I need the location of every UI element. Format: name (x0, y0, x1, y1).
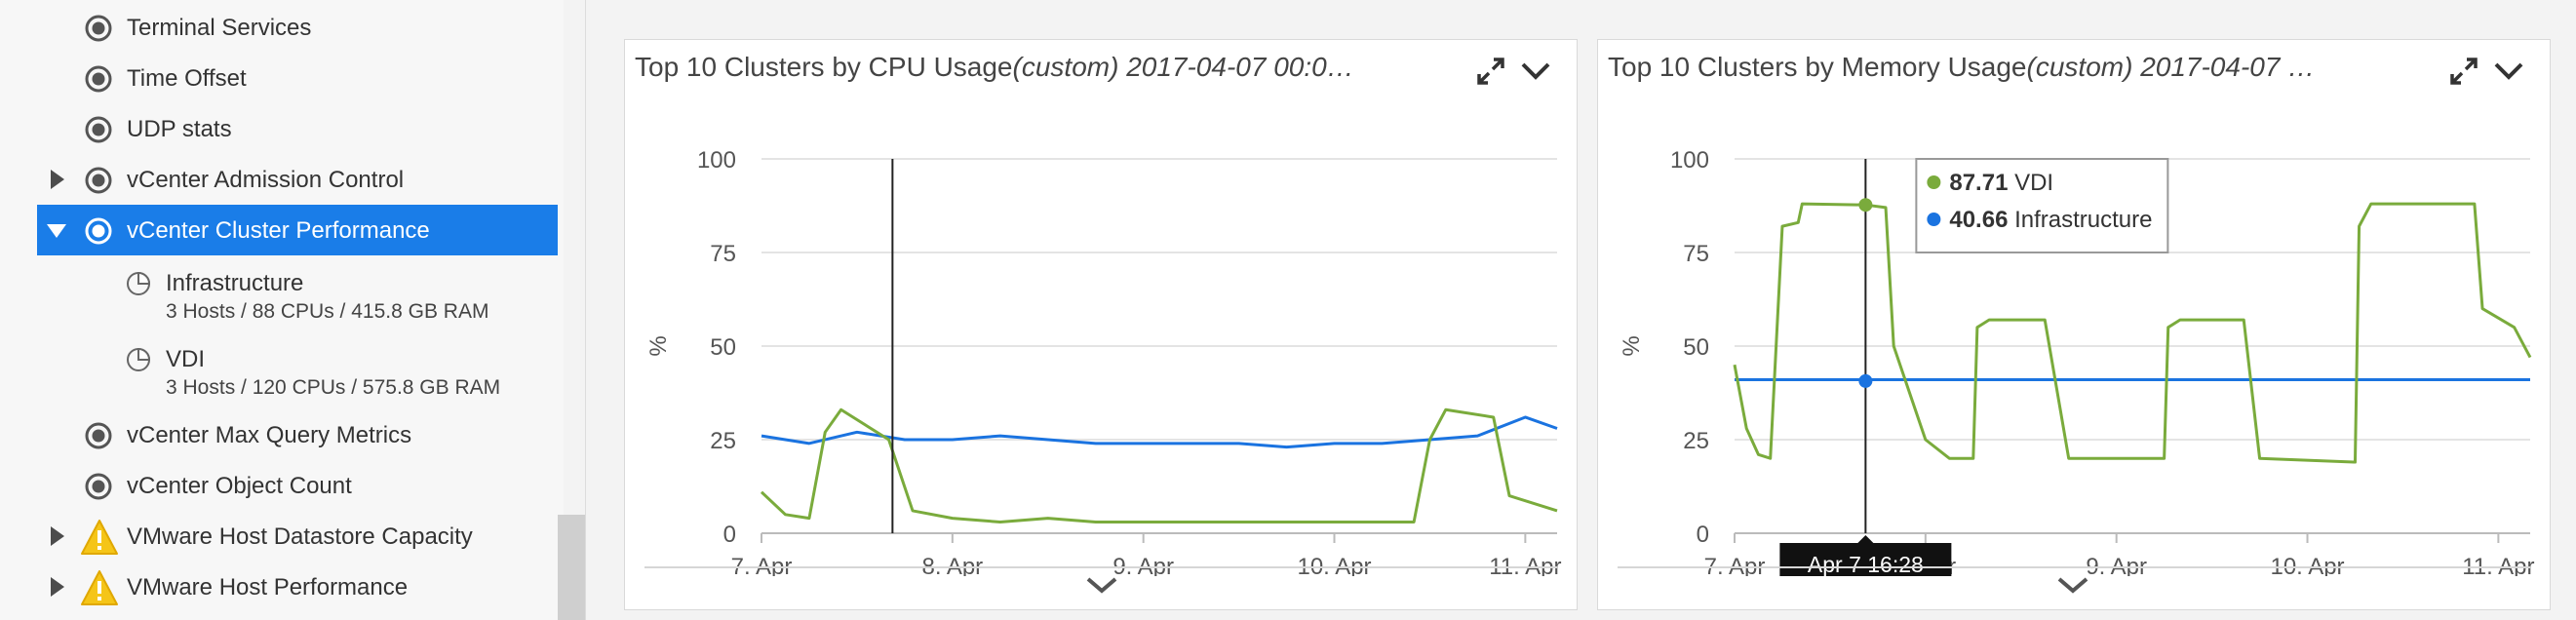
sidebar-item-vcenter-object-count[interactable]: vCenter Object Count (0, 460, 564, 511)
memory-usage-chart: %02550751007. Apr8. Apr9. Apr10. Apr11. … (1619, 147, 2535, 576)
y-tick-label: 100 (1670, 147, 1709, 174)
cpu-panel-footer (644, 566, 1557, 568)
expand-icon[interactable] (2446, 54, 2481, 89)
collapse-arrow-icon[interactable] (47, 224, 66, 238)
expand-icon[interactable] (1473, 54, 1508, 89)
sidebar-item-label: vCenter Admission Control (127, 167, 405, 193)
sidebar-item-label: vCenter Object Count (127, 473, 352, 499)
x-tick-label: 10. Apr (2270, 554, 2344, 576)
expand-arrow-icon[interactable] (51, 170, 64, 189)
instance-status-icon (127, 271, 151, 295)
cpu-panel-title-main: Top 10 Clusters by CPU Usage (635, 52, 1013, 82)
sidebar-item-infrastructure[interactable]: Infrastructure 3 Hosts / 88 CPUs / 415.8 … (0, 257, 564, 323)
sidebar-item-label: VDI (166, 346, 206, 372)
y-tick-label: 25 (710, 428, 736, 454)
y-tick-label: 50 (1683, 334, 1709, 361)
warning-icon (81, 520, 118, 555)
tooltip-entry-vdi: 87.71 VDI (1949, 170, 2053, 196)
series-line-vdi (760, 407, 1558, 523)
sidebar-item-detail: 3 Hosts / 88 CPUs / 415.8 GB RAM (166, 300, 489, 323)
x-tick-label: 8. Apr (921, 554, 983, 576)
y-tick-label: 75 (1683, 241, 1709, 267)
svg-text:Apr 7 16:28: Apr 7 16:28 (1808, 552, 1924, 576)
y-axis-label: % (1619, 335, 1645, 356)
x-tick-label: 11. Apr (2462, 554, 2534, 576)
memory-panel-title-main: Top 10 Clusters by Memory Usage (1608, 52, 2027, 82)
monitor-status-icon (85, 15, 112, 42)
sidebar: Terminal Services Time Offset UDP stats vCe… (0, 0, 565, 620)
sidebar-item-label: Infrastructure (166, 270, 304, 296)
memory-panel-title-range: (custom) 2017-04-07 … (2026, 52, 2316, 82)
monitor-status-icon (85, 116, 112, 143)
monitor-status-icon (85, 473, 112, 500)
tooltip: 87.71 VDI 40.66 Infrastructure (1915, 158, 2169, 253)
sidebar-item-label: vCenter Cluster Performance (127, 217, 430, 244)
sidebar-item-vcenter-max-query-metrics[interactable]: vCenter Max Query Metrics (0, 409, 564, 460)
sidebar-item-vcenter-admission-control[interactable]: vCenter Admission Control (0, 154, 564, 205)
x-tick-label: 10. Apr (1297, 554, 1371, 576)
sidebar-item-label: Terminal Services (127, 15, 312, 41)
x-tick-label: 9. Apr (2086, 554, 2147, 576)
monitor-status-icon (85, 167, 112, 194)
warning-icon (81, 570, 118, 605)
sidebar-item-label: VMware Host Datastore Capacity (127, 523, 473, 550)
navigator-chevron-icon[interactable] (1085, 574, 1118, 596)
sidebar-item-label: UDP stats (127, 116, 232, 142)
hover-point-infrastructure (1858, 373, 1873, 388)
x-tick-label: 7. Apr (1704, 554, 1766, 576)
tooltip-swatch-vdi (1927, 175, 1941, 189)
cpu-usage-chart: % 0 25 50 75 100 7. Apr 8. Apr 9. Apr 10. Apr 11. … (645, 147, 1562, 576)
hover-point-vdi (1858, 198, 1873, 213)
monitor-status-icon (85, 65, 112, 93)
sidebar-item-label: VMware Host Performance (127, 574, 409, 601)
y-tick-label: 0 (723, 522, 736, 548)
navigator-chevron-icon[interactable] (2056, 574, 2089, 596)
sidebar-scroll-thumb[interactable] (558, 515, 585, 620)
x-tick-label: 9. Apr (1112, 554, 1174, 576)
y-tick-label: 25 (1683, 428, 1709, 454)
monitor-status-icon (85, 217, 112, 245)
memory-panel-footer (1618, 566, 2530, 568)
memory-usage-panel: Top 10 Clusters by Memory Usage(custom) … (1597, 39, 2551, 610)
sidebar-item-label: vCenter Max Query Metrics (127, 422, 412, 448)
tooltip-entry-infrastructure: 40.66 Infrastructure (1949, 207, 2152, 233)
x-tick-label: 7. Apr (731, 554, 793, 576)
y-tick-label: 75 (710, 241, 736, 267)
sidebar-item-label: Time Offset (127, 65, 247, 92)
sidebar-item-vdi[interactable]: VDI 3 Hosts / 120 CPUs / 575.8 GB RAM (0, 333, 564, 399)
y-tick-label: 50 (710, 334, 736, 361)
cpu-panel-title: Top 10 Clusters by CPU Usage(custom) 201… (635, 52, 1434, 83)
chevron-down-icon[interactable] (2491, 54, 2526, 89)
expand-arrow-icon[interactable] (51, 526, 64, 546)
sidebar-item-detail: 3 Hosts / 120 CPUs / 575.8 GB RAM (166, 376, 501, 399)
memory-panel-title: Top 10 Clusters by Memory Usage(custom) … (1608, 52, 2407, 83)
tooltip-swatch-infrastructure (1927, 213, 1941, 226)
sidebar-item-udp-stats[interactable]: UDP stats (0, 103, 564, 154)
sidebar-item-terminal-services[interactable]: Terminal Services (0, 2, 564, 53)
sidebar-item-vmware-host-performance[interactable]: VMware Host Performance (0, 562, 564, 612)
y-tick-label: 0 (1697, 522, 1709, 548)
sidebar-item-vmware-host-datastore-capacity[interactable]: VMware Host Datastore Capacity (0, 511, 564, 562)
y-tick-label: 100 (697, 147, 736, 174)
chevron-down-icon[interactable] (1518, 54, 1553, 89)
x-tick-label: 11. Apr (1489, 554, 1561, 576)
sidebar-item-time-offset[interactable]: Time Offset (0, 53, 564, 103)
monitor-status-icon (85, 422, 112, 449)
cpu-usage-panel: Top 10 Clusters by CPU Usage(custom) 201… (624, 39, 1578, 610)
instance-status-icon (127, 347, 151, 371)
y-axis-label: % (645, 335, 672, 356)
expand-arrow-icon[interactable] (51, 577, 64, 597)
cpu-panel-title-range: (custom) 2017-04-07 00:0… (1012, 52, 1354, 82)
sidebar-item-vcenter-cluster-performance[interactable]: vCenter Cluster Performance (37, 205, 558, 255)
